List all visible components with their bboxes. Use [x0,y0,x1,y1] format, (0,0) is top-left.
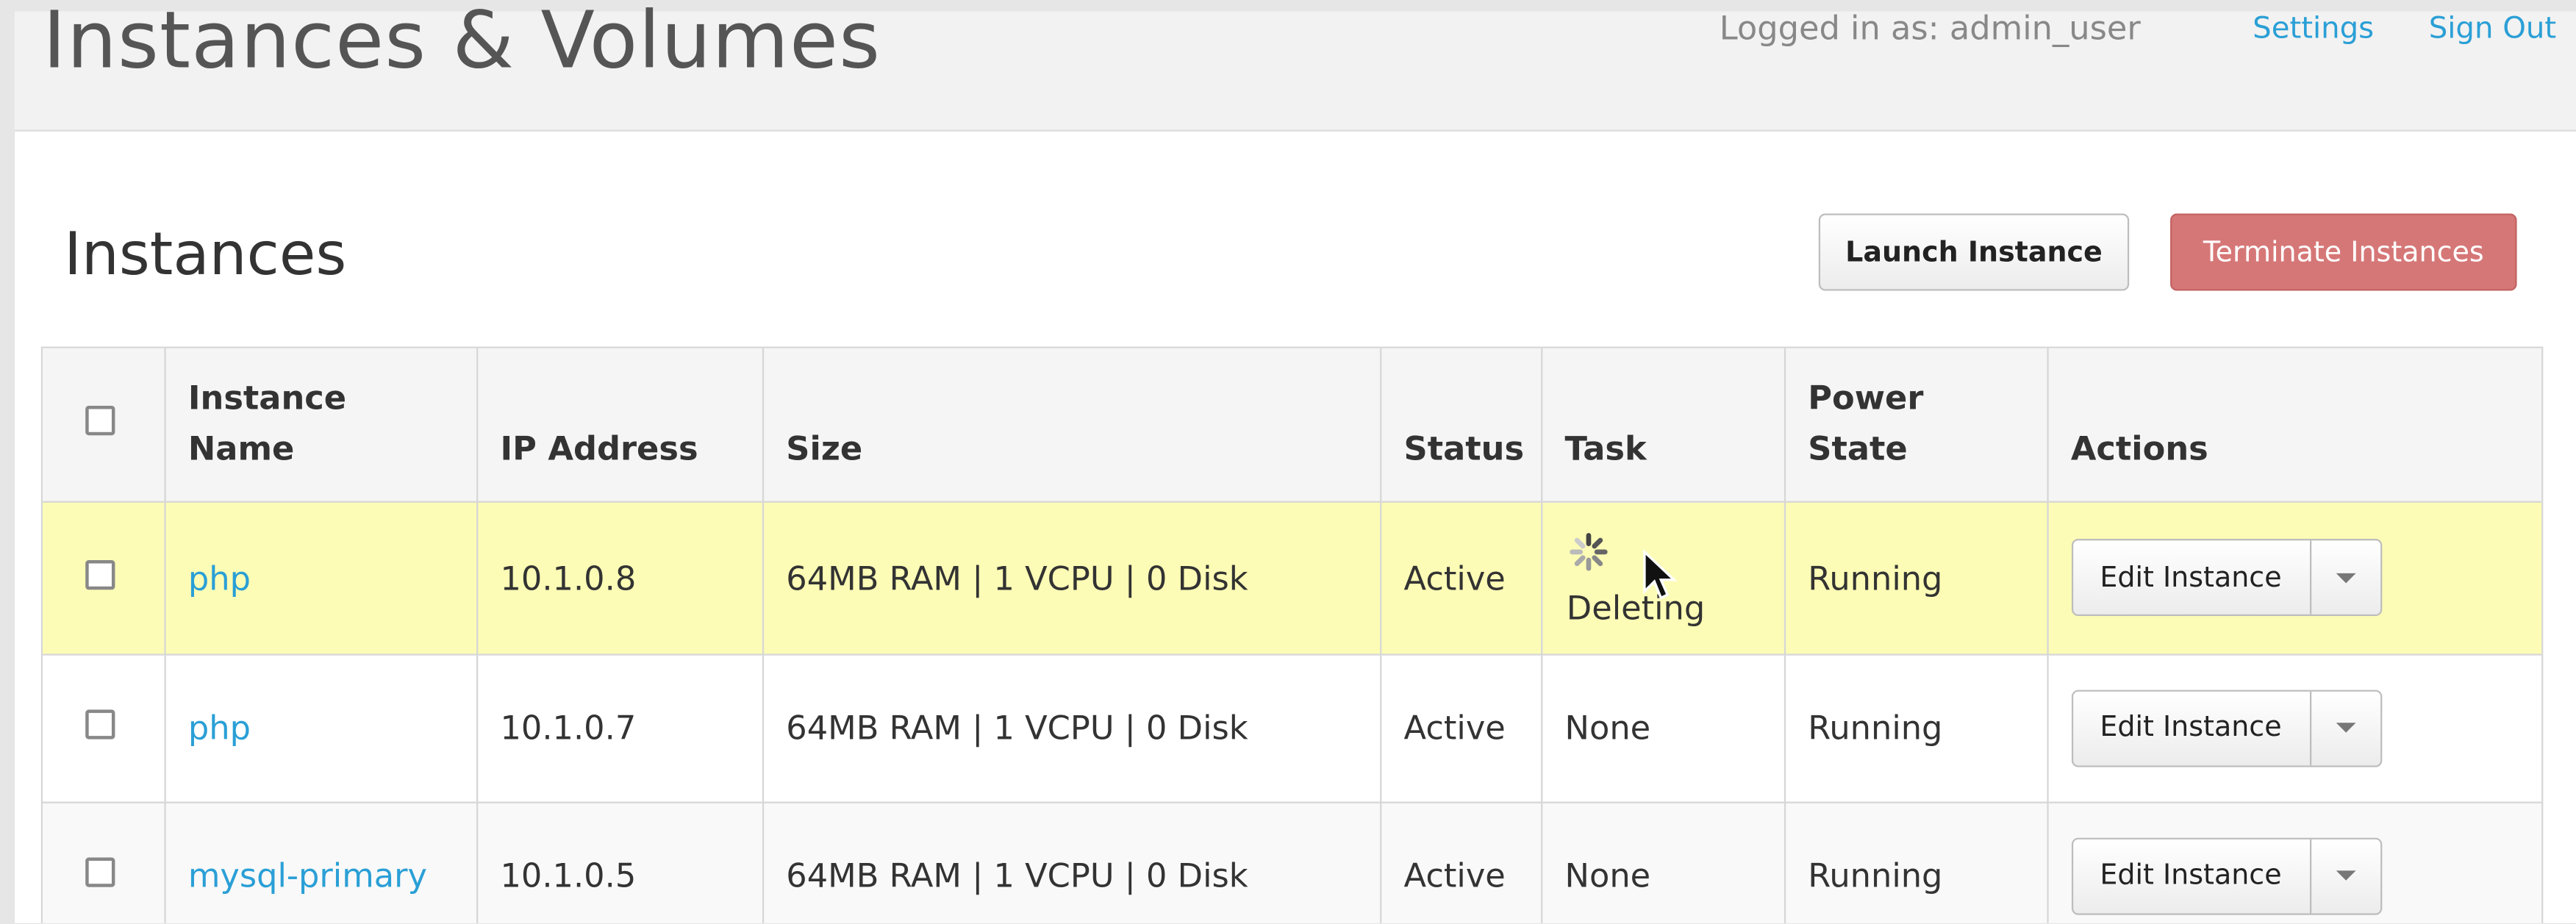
row-checkbox[interactable] [85,857,115,887]
task-status: Deleting [1566,587,1706,627]
column-header-task[interactable]: Task [1541,348,1786,502]
column-header-instance-name[interactable]: Instance Name [164,348,478,502]
task-status: None [1541,653,1786,803]
spinner-icon [1569,532,1607,570]
instance-name-cell: php [164,501,478,655]
row-select-cell [43,653,165,803]
settings-link[interactable]: Settings [2253,12,2374,46]
task-status: None [1541,801,1786,923]
page-title: Instances & Volumes [43,0,881,87]
ip-address: 10.1.0.5 [476,801,764,923]
terminate-instances-button[interactable]: Terminate Instances [2170,213,2517,291]
edit-instance-button[interactable]: Edit Instance [2072,690,2311,765]
edit-instance-button[interactable]: Edit Instance [2072,838,2311,913]
caret-down-icon [2335,870,2355,881]
power-state: Running [1783,501,2048,655]
power-state: Running [1783,801,2048,923]
column-header-actions: Actions [2047,348,2542,502]
instance-size: 64MB RAM | 1 VCPU | 0 Disk [762,801,1381,923]
logged-in-user: Logged in as: admin_user [1719,8,2141,48]
column-header-size[interactable]: Size [762,348,1381,502]
mouse-cursor-icon [1642,548,1677,599]
table-row: mysql-primary 10.1.0.5 64MB RAM | 1 VCPU… [43,801,2542,923]
section-title: Instances [64,221,347,290]
launch-instance-button[interactable]: Launch Instance [1818,213,2130,291]
row-checkbox[interactable] [85,709,115,739]
instance-size: 64MB RAM | 1 VCPU | 0 Disk [762,653,1381,803]
caret-down-icon [2335,572,2355,583]
select-all-cell [43,348,165,502]
instance-name-link[interactable]: mysql-primary [188,856,427,895]
table-row: php 10.1.0.8 64MB RAM | 1 VCPU | 0 Disk … [43,501,2542,655]
task-cell: Deleting [1541,501,1786,655]
row-select-cell [43,801,165,923]
instance-status: Active [1380,501,1542,655]
actions-dropdown-toggle[interactable] [2311,691,2380,765]
instances-table: Instance Name IP Address Size Status Tas… [40,346,2544,923]
table-header-row: Instance Name IP Address Size Status Tas… [43,348,2542,502]
edit-instance-button[interactable]: Edit Instance [2072,540,2311,615]
instance-status: Active [1380,653,1542,803]
power-state: Running [1783,653,2048,803]
instance-name-link[interactable]: php [188,558,251,598]
instance-size: 64MB RAM | 1 VCPU | 0 Disk [762,501,1381,655]
actions-dropdown-toggle[interactable] [2311,839,2380,913]
caret-down-icon [2335,723,2355,733]
instance-status: Active [1380,801,1542,923]
select-all-checkbox[interactable] [85,405,115,435]
edit-instance-split-button: Edit Instance [2070,689,2382,767]
table-row: php 10.1.0.7 64MB RAM | 1 VCPU | 0 Disk … [43,653,2542,803]
actions-cell: Edit Instance [2047,501,2542,655]
column-header-ip-address[interactable]: IP Address [476,348,764,502]
row-checkbox[interactable] [85,559,115,590]
instance-name-link[interactable]: php [188,708,251,748]
row-select-cell [43,501,165,655]
actions-cell: Edit Instance [2047,653,2542,803]
stage: Instances & Volumes Logged in as: admin_… [0,0,2576,923]
column-header-power-state[interactable]: Power State [1783,348,2048,502]
edit-instance-split-button: Edit Instance [2070,538,2382,617]
column-header-status[interactable]: Status [1380,348,1542,502]
page: Instances & Volumes Logged in as: admin_… [15,0,2576,923]
instance-name-cell: mysql-primary [164,801,478,923]
edit-instance-split-button: Edit Instance [2070,837,2382,914]
actions-cell: Edit Instance [2047,801,2542,923]
ip-address: 10.1.0.8 [476,501,764,655]
ip-address: 10.1.0.7 [476,653,764,803]
page-header: Instances & Volumes Logged in as: admin_… [15,0,2576,132]
instance-name-cell: php [164,653,478,803]
sign-out-link[interactable]: Sign Out [2429,12,2556,46]
actions-dropdown-toggle[interactable] [2311,540,2380,615]
